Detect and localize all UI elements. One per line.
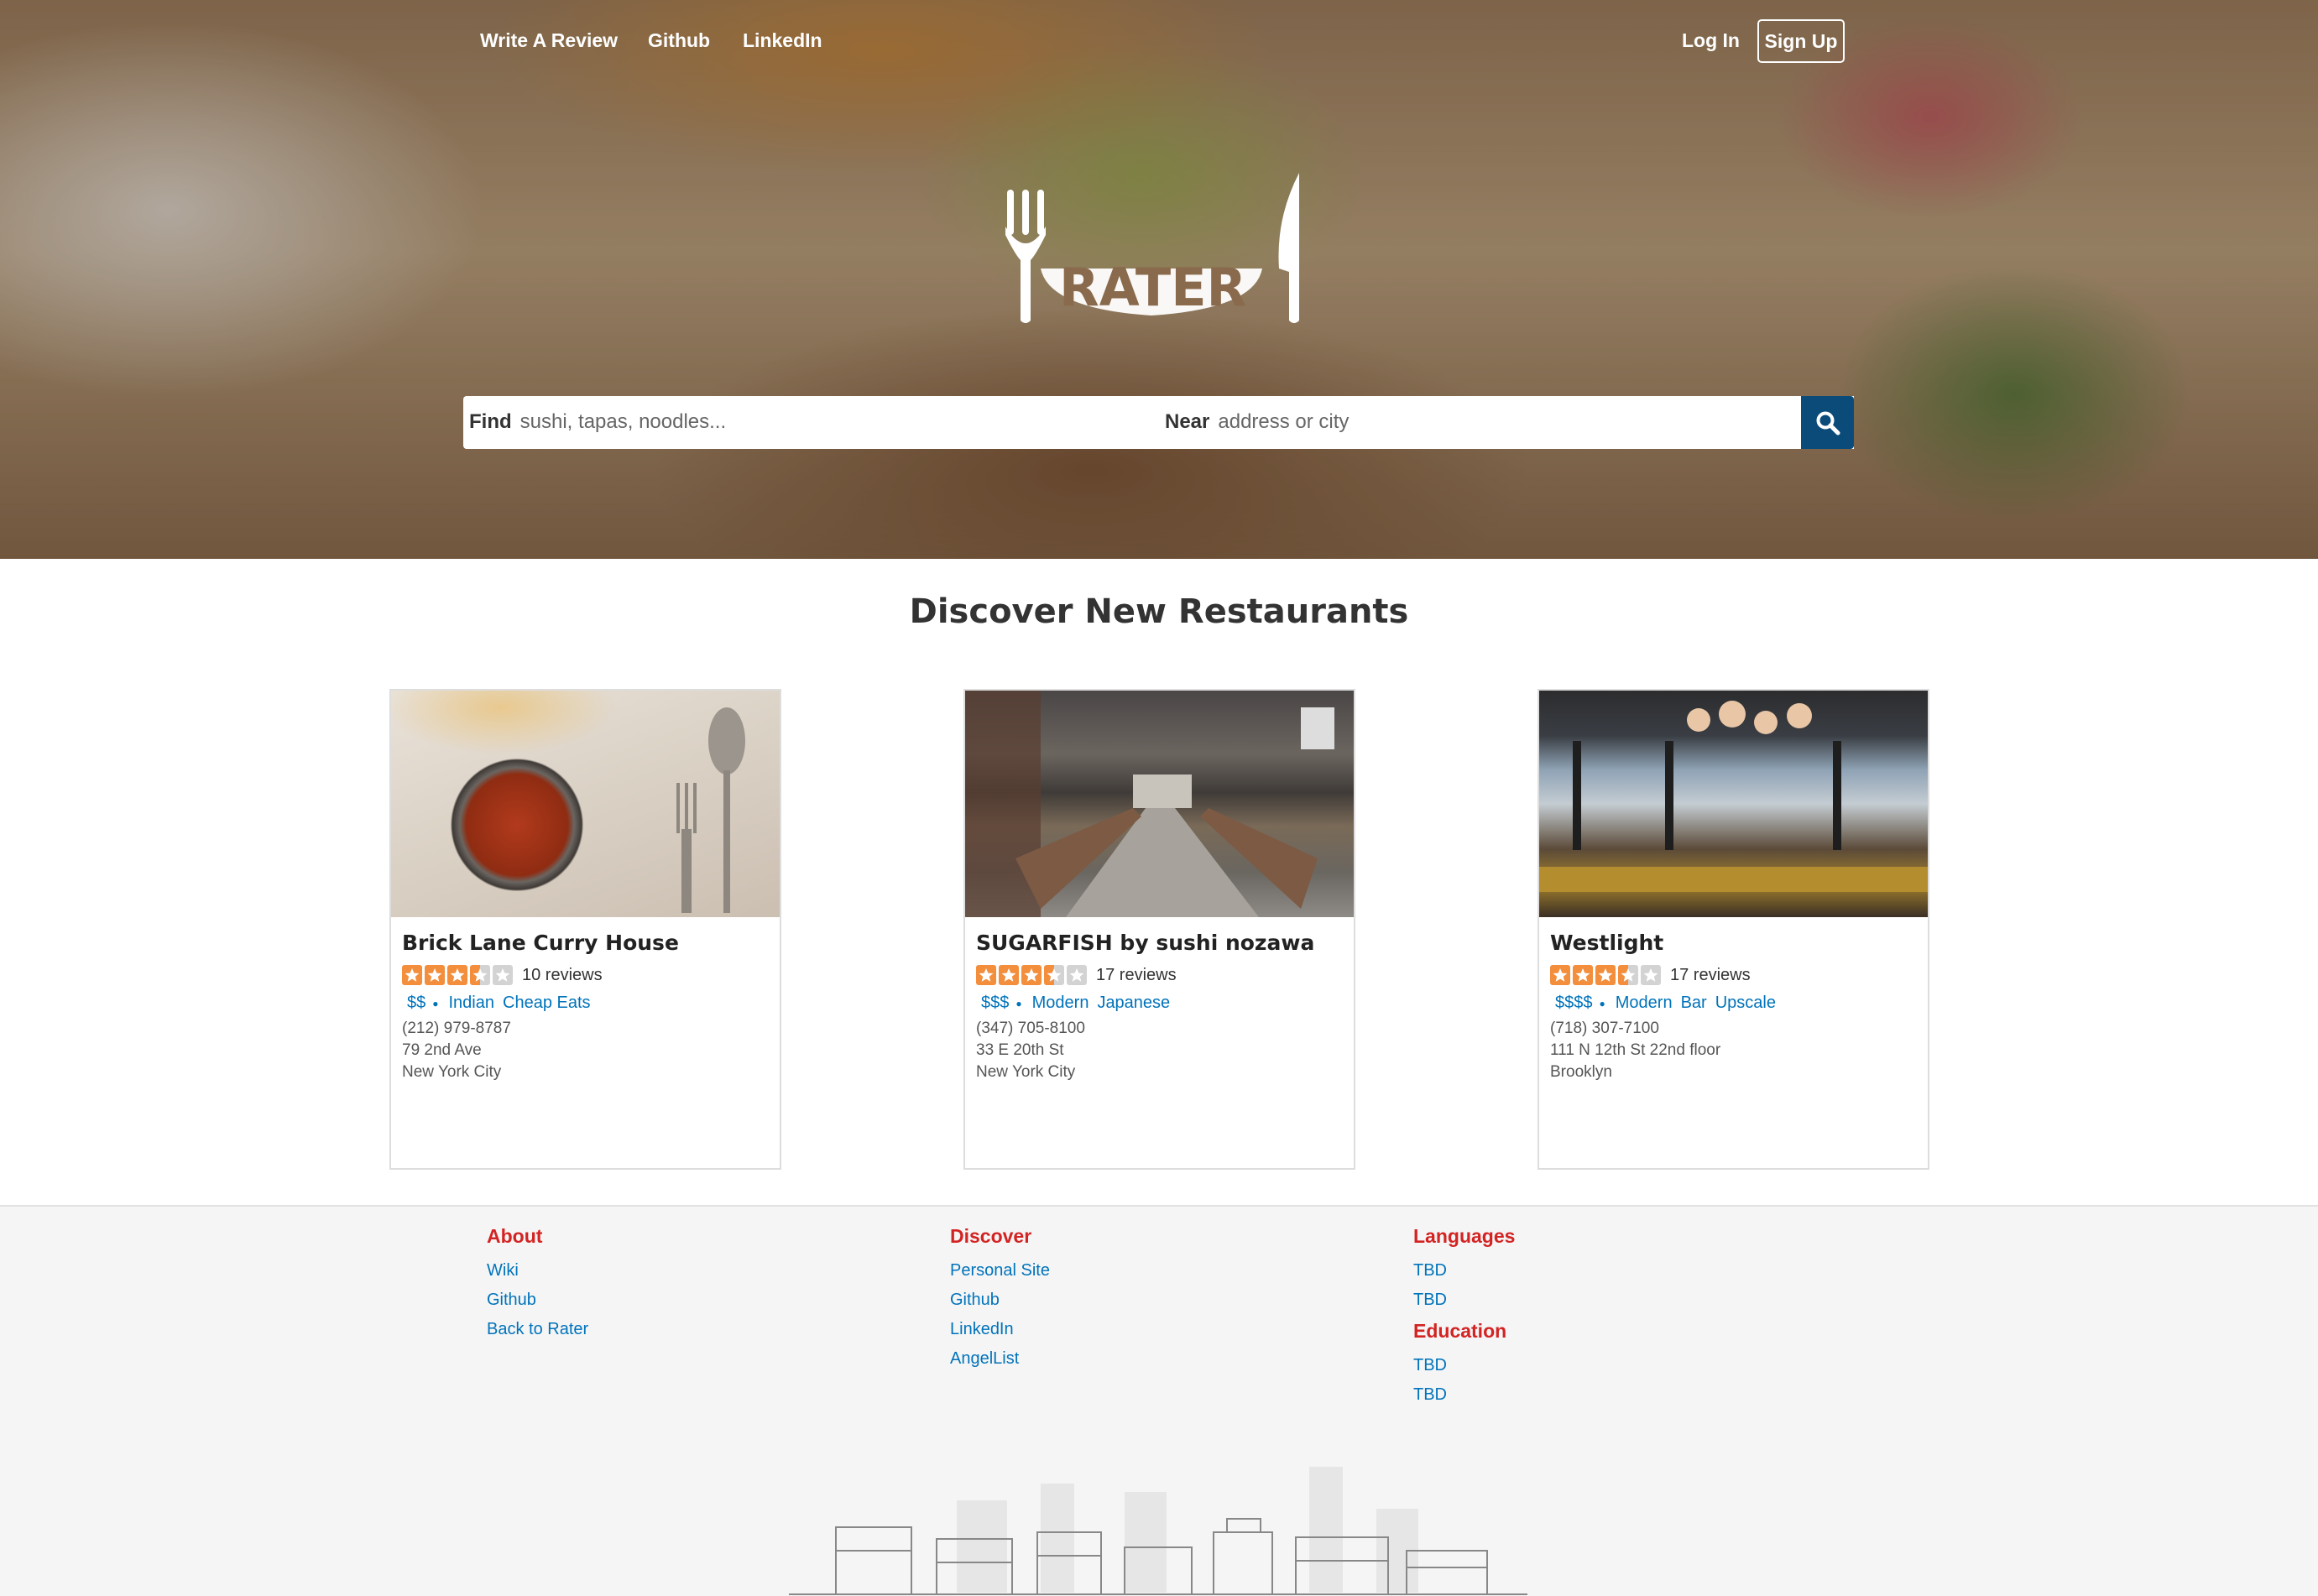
restaurant-card[interactable]: Westlight 17 reviews $$$$ ● Modern Bar U… xyxy=(1538,689,1929,1170)
bullet-icon: ● xyxy=(1599,997,1605,1009)
restaurant-address: 33 E 20th St xyxy=(976,1041,1064,1059)
fork-knife-logo-icon: RATER xyxy=(1005,173,1299,323)
footer-languages-column: Languages TBD TBD Education TBD TBD xyxy=(1413,1225,1515,1415)
footer-about-heading: About xyxy=(487,1225,543,1247)
login-link[interactable]: Log In xyxy=(1682,29,1740,52)
star-full-icon xyxy=(425,965,445,985)
restaurant-name[interactable]: Brick Lane Curry House xyxy=(402,931,769,955)
category-link[interactable]: Modern xyxy=(1032,994,1089,1013)
discover-title: Discover New Restaurants xyxy=(909,592,1409,631)
near-label: Near xyxy=(1165,410,1210,433)
star-rating: 17 reviews xyxy=(976,965,1343,985)
price-level: $$$ xyxy=(981,994,1010,1012)
category-link[interactable]: Indian xyxy=(449,994,495,1013)
restaurant-city: Brooklyn xyxy=(1550,1063,1612,1081)
top-nav: Write A Review Github LinkedIn Log In Si… xyxy=(0,0,2318,84)
restaurant-address: 111 N 12th St 22nd floor xyxy=(1550,1041,1721,1059)
cutlery-graphic xyxy=(676,707,745,913)
star-empty-icon xyxy=(1067,965,1087,985)
star-full-icon xyxy=(447,965,467,985)
footer-language-link[interactable]: TBD xyxy=(1413,1291,1515,1310)
nav-github-link[interactable]: Github xyxy=(648,29,710,52)
category-link[interactable]: Bar xyxy=(1681,994,1707,1013)
star-rating: 10 reviews xyxy=(402,965,769,985)
footer-github-link[interactable]: Github xyxy=(950,1291,1050,1310)
nav-write-review-link[interactable]: Write A Review xyxy=(480,29,618,52)
restaurant-phone: (718) 307-7100 xyxy=(1550,1020,1659,1037)
star-rating: 17 reviews xyxy=(1550,965,1917,985)
star-half-icon xyxy=(470,965,490,985)
price-level: $$$$ xyxy=(1555,994,1593,1012)
restaurant-card[interactable]: SUGARFISH by sushi nozawa 17 reviews $$$… xyxy=(963,689,1355,1170)
dining-room-graphic xyxy=(965,691,1334,917)
star-full-icon xyxy=(1595,965,1616,985)
star-full-icon xyxy=(1021,965,1042,985)
footer-languages-heading: Languages xyxy=(1413,1225,1516,1247)
site-footer: About Wiki Github Back to Rater Discover… xyxy=(0,1205,2318,1596)
nav-linkedin-link[interactable]: LinkedIn xyxy=(743,29,822,52)
search-icon xyxy=(1816,411,1840,435)
find-field[interactable]: Find sushi, tapas, noodles... xyxy=(469,410,726,434)
star-half-icon xyxy=(1044,965,1064,985)
footer-wiki-link[interactable]: Wiki xyxy=(487,1261,588,1280)
find-label: Find xyxy=(469,410,512,433)
restaurant-city: New York City xyxy=(976,1063,1076,1081)
restaurant-card[interactable]: Brick Lane Curry House 10 reviews $$ ● I… xyxy=(389,689,781,1170)
footer-education-link[interactable]: TBD xyxy=(1413,1385,1515,1405)
footer-personal-site-link[interactable]: Personal Site xyxy=(950,1261,1050,1280)
footer-linkedin-link[interactable]: LinkedIn xyxy=(950,1320,1050,1339)
footer-angellist-link[interactable]: AngelList xyxy=(950,1349,1050,1369)
find-input[interactable]: sushi, tapas, noodles... xyxy=(520,410,726,433)
star-full-icon xyxy=(999,965,1019,985)
search-bar: Find sushi, tapas, noodles... Near address… xyxy=(463,396,1854,449)
bullet-icon: ● xyxy=(1015,997,1022,1009)
restaurant-photo[interactable] xyxy=(965,691,1354,917)
footer-discover-heading: Discover xyxy=(950,1225,1032,1247)
review-count: 17 reviews xyxy=(1670,965,1751,984)
city-skyline-illustration xyxy=(789,1467,1527,1595)
star-empty-icon xyxy=(493,965,513,985)
restaurant-address: 79 2nd Ave xyxy=(402,1041,482,1059)
star-full-icon xyxy=(1550,965,1570,985)
restaurant-phone: (212) 979-8787 xyxy=(402,1020,511,1037)
restaurant-photo[interactable] xyxy=(391,691,780,917)
logo-text: RATER xyxy=(1059,257,1246,318)
category-link[interactable]: Upscale xyxy=(1715,994,1776,1013)
footer-language-link[interactable]: TBD xyxy=(1413,1261,1515,1280)
restaurant-tags: $$$$ ● Modern Bar Upscale xyxy=(1550,994,1917,1013)
bullet-icon: ● xyxy=(432,997,439,1009)
near-field[interactable]: Near address or city xyxy=(1165,410,1349,434)
footer-discover-column: Discover Personal Site Github LinkedIn A… xyxy=(950,1225,1050,1379)
price-level: $$ xyxy=(407,994,426,1012)
review-count: 17 reviews xyxy=(1096,965,1177,984)
restaurant-name[interactable]: Westlight xyxy=(1550,931,1917,955)
footer-education-link[interactable]: TBD xyxy=(1413,1356,1515,1375)
footer-back-link[interactable]: Back to Rater xyxy=(487,1320,588,1339)
footer-github-link[interactable]: Github xyxy=(487,1291,588,1310)
footer-education-heading: Education xyxy=(1413,1320,1507,1342)
near-input[interactable]: address or city xyxy=(1218,410,1349,433)
rooftop-bar-graphic xyxy=(1539,701,1928,892)
restaurant-photo[interactable] xyxy=(1539,691,1928,917)
category-link[interactable]: Japanese xyxy=(1097,994,1170,1013)
star-empty-icon xyxy=(1641,965,1661,985)
review-count: 10 reviews xyxy=(522,965,603,984)
search-button[interactable] xyxy=(1801,396,1854,449)
signup-button[interactable]: Sign Up xyxy=(1757,19,1845,63)
star-full-icon xyxy=(402,965,422,985)
restaurant-name[interactable]: SUGARFISH by sushi nozawa xyxy=(976,931,1343,955)
restaurant-tags: $$$ ● Modern Japanese xyxy=(976,994,1343,1013)
footer-about-column: About Wiki Github Back to Rater xyxy=(487,1225,588,1349)
star-full-icon xyxy=(976,965,996,985)
restaurant-city: New York City xyxy=(402,1063,502,1081)
star-half-icon xyxy=(1618,965,1638,985)
star-full-icon xyxy=(1573,965,1593,985)
category-link[interactable]: Modern xyxy=(1616,994,1673,1013)
rater-logo[interactable]: RATER xyxy=(999,168,1318,327)
hero-banner: Write A Review Github LinkedIn Log In Si… xyxy=(0,0,2318,559)
restaurant-tags: $$ ● Indian Cheap Eats xyxy=(402,994,769,1013)
restaurant-phone: (347) 705-8100 xyxy=(976,1020,1085,1037)
category-link[interactable]: Cheap Eats xyxy=(503,994,591,1013)
